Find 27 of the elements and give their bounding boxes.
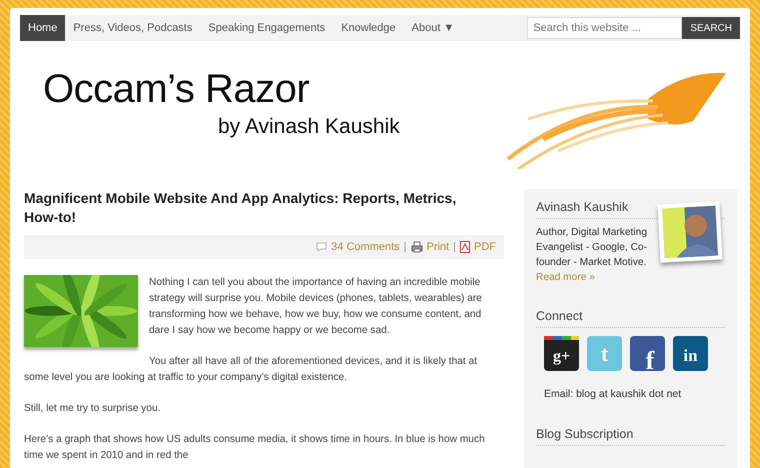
site-subtitle: by Avinash Kaushik bbox=[218, 114, 400, 140]
email-text: Email: blog at kaushik dot net bbox=[544, 387, 682, 402]
avatar bbox=[658, 201, 722, 263]
author-bio: Author, Digital Marketing Evangelist - Google, Co-founder - Market Motive. Read more » bbox=[536, 226, 648, 285]
separator: | bbox=[404, 240, 407, 255]
search-button[interactable]: SEARCH bbox=[682, 17, 740, 39]
site-title[interactable]: Occam’s Razor bbox=[43, 69, 310, 109]
google-plus-icon[interactable]: g+ bbox=[544, 336, 579, 371]
separator: | bbox=[453, 240, 456, 255]
paragraph: You after all have all of the aforementioned devices, and it is likely that at some level you are looking at traffic to your company’s digital existence. bbox=[24, 355, 478, 385]
paragraph: Still, let me try to surprise you. bbox=[24, 402, 162, 416]
sidebar-heading: Connect bbox=[536, 309, 725, 328]
sidebar-heading: Blog Subscription bbox=[536, 426, 725, 446]
nav-link[interactable]: Speaking Engagements bbox=[200, 15, 334, 41]
facebook-icon[interactable]: f bbox=[630, 336, 665, 371]
paragraph: Here’s a graph that shows how US adults consume media, it shows time in hours. In blue is how much time we spent in 2010 and in red the bbox=[24, 433, 486, 463]
nav-link[interactable]: Press, Videos, Podcasts bbox=[65, 15, 200, 41]
document-icon bbox=[460, 241, 470, 253]
nav-link[interactable]: About ▼ bbox=[404, 15, 462, 41]
linkedin-icon[interactable]: in bbox=[673, 336, 708, 371]
nav-link[interactable]: Home bbox=[20, 15, 66, 41]
speech-bubble-icon bbox=[316, 242, 328, 252]
printer-icon bbox=[410, 241, 423, 253]
search-field[interactable]: Search this website ... bbox=[527, 17, 682, 39]
post-title[interactable]: Magnificent Mobile Website And App Analytics: Reports, Metrics, How-to! bbox=[24, 189, 464, 227]
nav-link[interactable]: Knowledge bbox=[333, 15, 404, 41]
paragraph: Nothing I can tell you about the importance of having an incredible mobile strategy will surprise you. Mobile devices (phones, tablets, wearables) are transforming how we behave, how we buy, how we consume content, and dare I say how we become happy or we become sad. bbox=[149, 276, 483, 338]
